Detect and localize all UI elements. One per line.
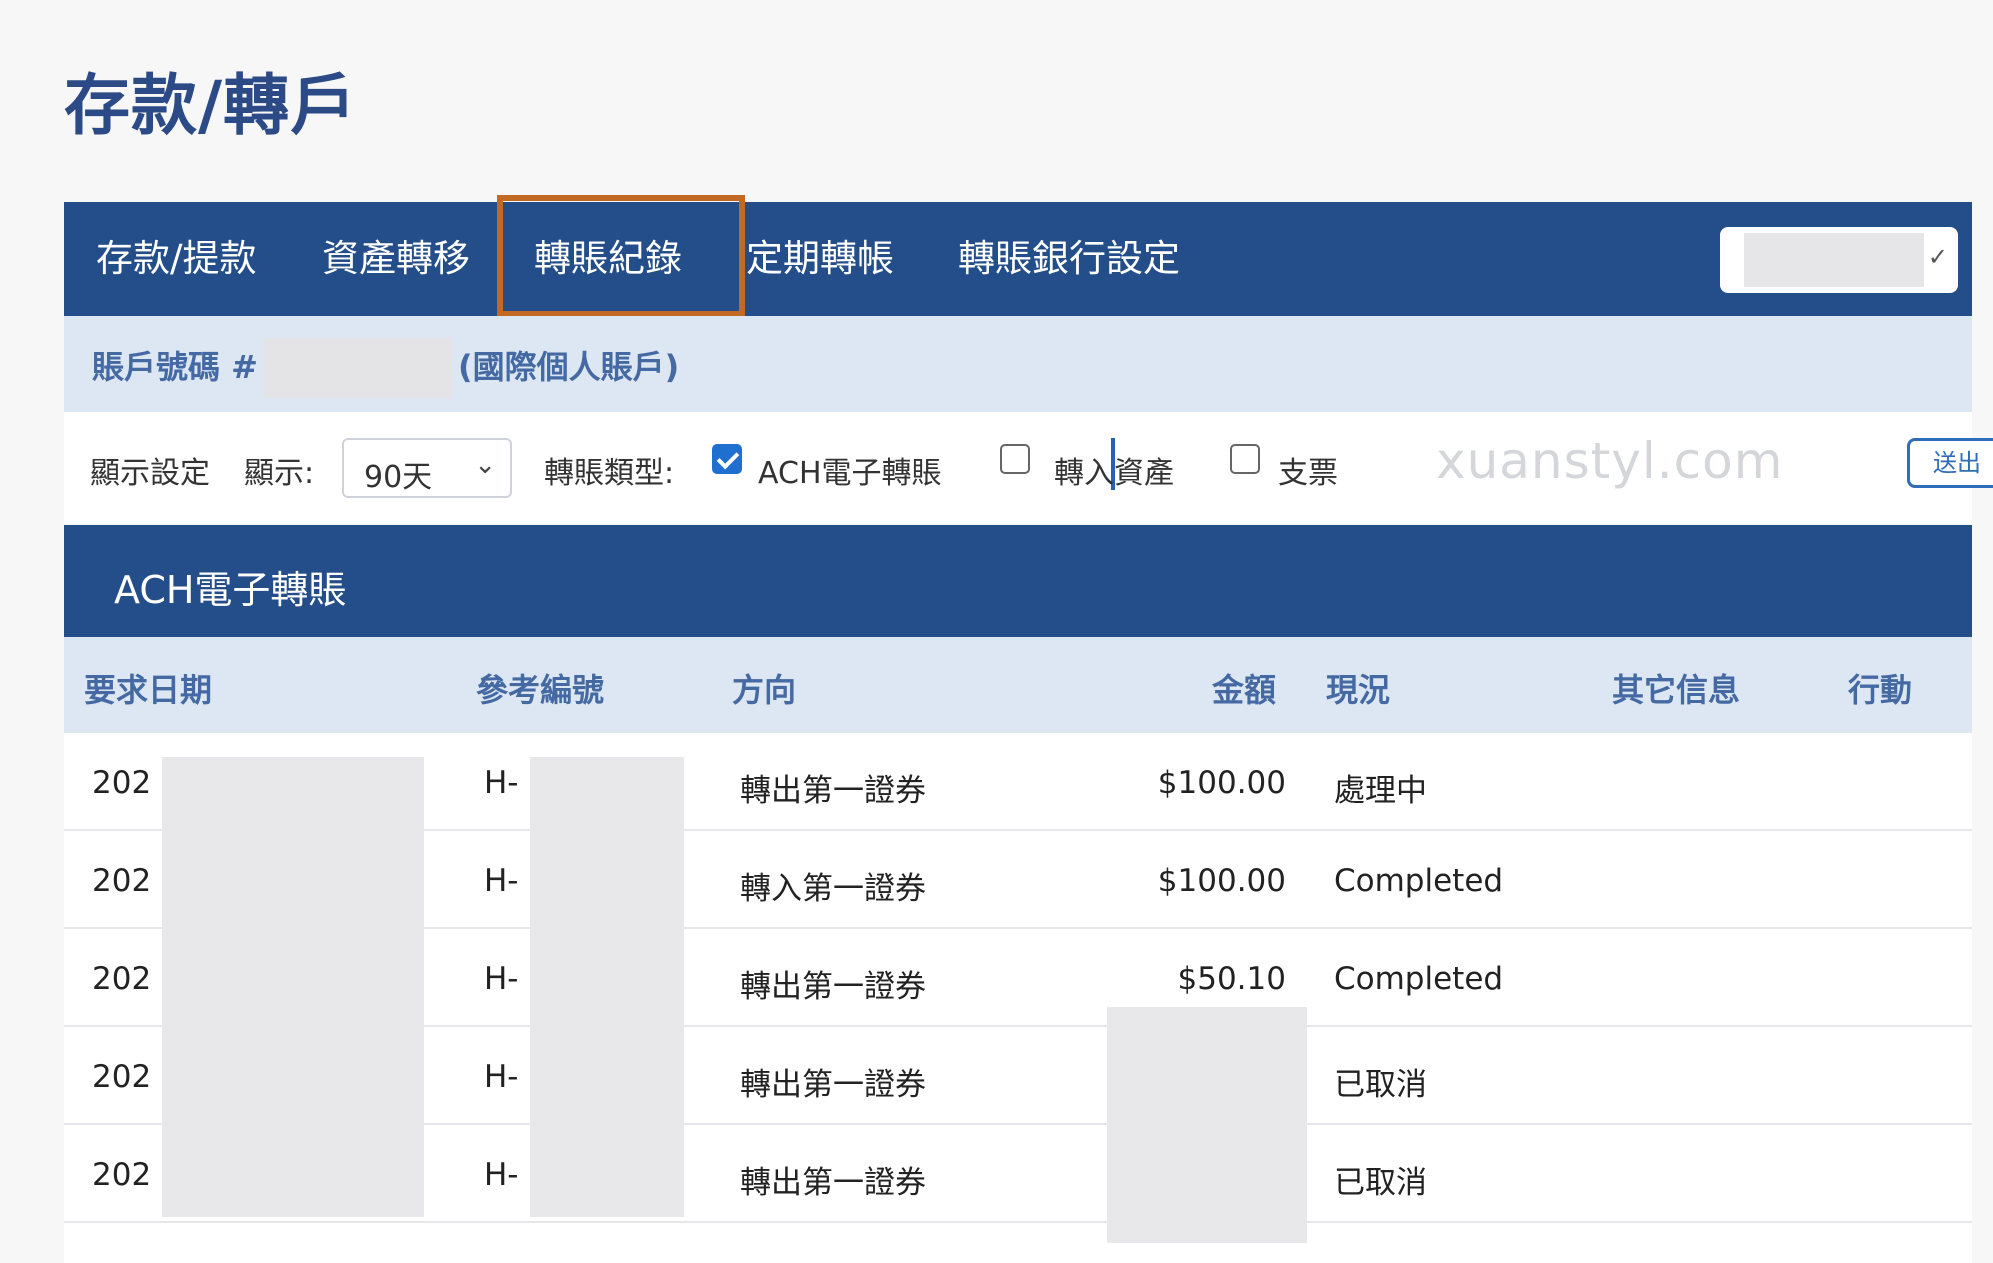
- account-selector-dropdown[interactable]: ✓: [1720, 227, 1958, 293]
- cell-date: 202: [92, 863, 152, 899]
- page-title: 存款/轉戶: [64, 67, 358, 144]
- account-type: (國際個人賬戶): [458, 348, 680, 386]
- col-header-action[interactable]: 行動: [1848, 665, 1912, 711]
- col-header-amount[interactable]: 金額: [1212, 665, 1276, 711]
- cell-direction: 轉出第一證券: [740, 969, 926, 1005]
- redacted-amounts: [1107, 1007, 1307, 1243]
- tab-bar: 存款/提款 資產轉移 轉賬紀錄 定期轉帳 轉賬銀行設定: [64, 202, 1972, 316]
- redacted-account-number: [264, 338, 452, 398]
- ach-checkbox[interactable]: [712, 444, 742, 474]
- cell-ref: H-: [484, 863, 519, 899]
- col-header-ref[interactable]: 參考編號: [476, 665, 604, 711]
- display-settings-label: 顯示設定: [90, 456, 210, 491]
- section-title: ACH電子轉賬: [114, 568, 347, 612]
- check-label: 支票: [1278, 456, 1338, 491]
- chevron-down-icon: ✓: [1927, 243, 1948, 271]
- cell-amount: $50.10: [1177, 961, 1286, 997]
- check-checkbox[interactable]: [1230, 444, 1260, 474]
- table-header: 要求日期 參考編號 方向 金額 現況 其它信息 行動: [64, 637, 1972, 733]
- date-range-select[interactable]: 90天 ⌄: [342, 438, 512, 498]
- tab-deposit-withdraw[interactable]: 存款/提款: [96, 202, 256, 316]
- cell-status: 已取消: [1334, 1067, 1427, 1103]
- transfer-type-label: 轉賬類型:: [544, 456, 675, 491]
- cell-ref: H-: [484, 961, 519, 997]
- cell-direction: 轉出第一證券: [740, 773, 926, 809]
- account-info-bar: 賬戶號碼 # (國際個人賬戶): [64, 316, 1972, 412]
- col-header-direction[interactable]: 方向: [732, 665, 796, 711]
- cell-amount: $100.00: [1157, 765, 1286, 801]
- cell-date: 202: [92, 961, 152, 997]
- cell-direction: 轉入第一證券: [740, 871, 926, 907]
- cell-direction: 轉出第一證券: [740, 1165, 926, 1201]
- show-label: 顯示:: [244, 456, 315, 491]
- asset-in-label: 轉入資產: [1054, 456, 1174, 491]
- cell-status: Completed: [1334, 961, 1504, 997]
- chevron-down-icon: ⌄: [474, 450, 496, 480]
- redacted-dates: [162, 757, 424, 1217]
- cell-status: Completed: [1334, 863, 1504, 899]
- redacted-refs: [530, 757, 684, 1217]
- active-tab-highlight: [497, 195, 745, 317]
- filter-settings-bar: 顯示設定 顯示: 90天 ⌄ 轉賬類型: ACH電子轉賬 轉入資產 支票 xua…: [64, 412, 1993, 524]
- tab-asset-transfer[interactable]: 資產轉移: [322, 202, 470, 316]
- cell-date: 202: [92, 1059, 152, 1095]
- cell-amount: $100.00: [1157, 863, 1286, 899]
- account-number-label: 賬戶號碼 #: [92, 348, 258, 386]
- cell-date: 202: [92, 765, 152, 801]
- cell-ref: H-: [484, 1157, 519, 1193]
- tab-bank-settings[interactable]: 轉賬銀行設定: [958, 202, 1180, 316]
- cell-ref: H-: [484, 765, 519, 801]
- submit-button[interactable]: 送出: [1907, 438, 1993, 488]
- cell-ref: H-: [484, 1059, 519, 1095]
- cell-status: 處理中: [1334, 773, 1427, 809]
- cell-date: 202: [92, 1157, 152, 1193]
- watermark: xuanstyl.com: [1436, 432, 1784, 490]
- redacted-area: [1744, 233, 1924, 287]
- ach-label: ACH電子轉賬: [758, 456, 942, 491]
- transfer-table-body: 202 H- 轉出第一證券 $100.00 處理中 202 H- 轉入第一證券 …: [64, 733, 1972, 1263]
- col-header-status[interactable]: 現況: [1326, 665, 1390, 711]
- section-header: ACH電子轉賬: [64, 525, 1972, 637]
- cell-status: 已取消: [1334, 1165, 1427, 1201]
- cell-direction: 轉出第一證券: [740, 1067, 926, 1103]
- date-range-value: 90天: [364, 460, 433, 495]
- col-header-date[interactable]: 要求日期: [84, 665, 212, 711]
- col-header-info[interactable]: 其它信息: [1612, 665, 1740, 711]
- tab-scheduled-transfer[interactable]: 定期轉帳: [746, 202, 894, 316]
- asset-in-checkbox[interactable]: [1000, 444, 1030, 474]
